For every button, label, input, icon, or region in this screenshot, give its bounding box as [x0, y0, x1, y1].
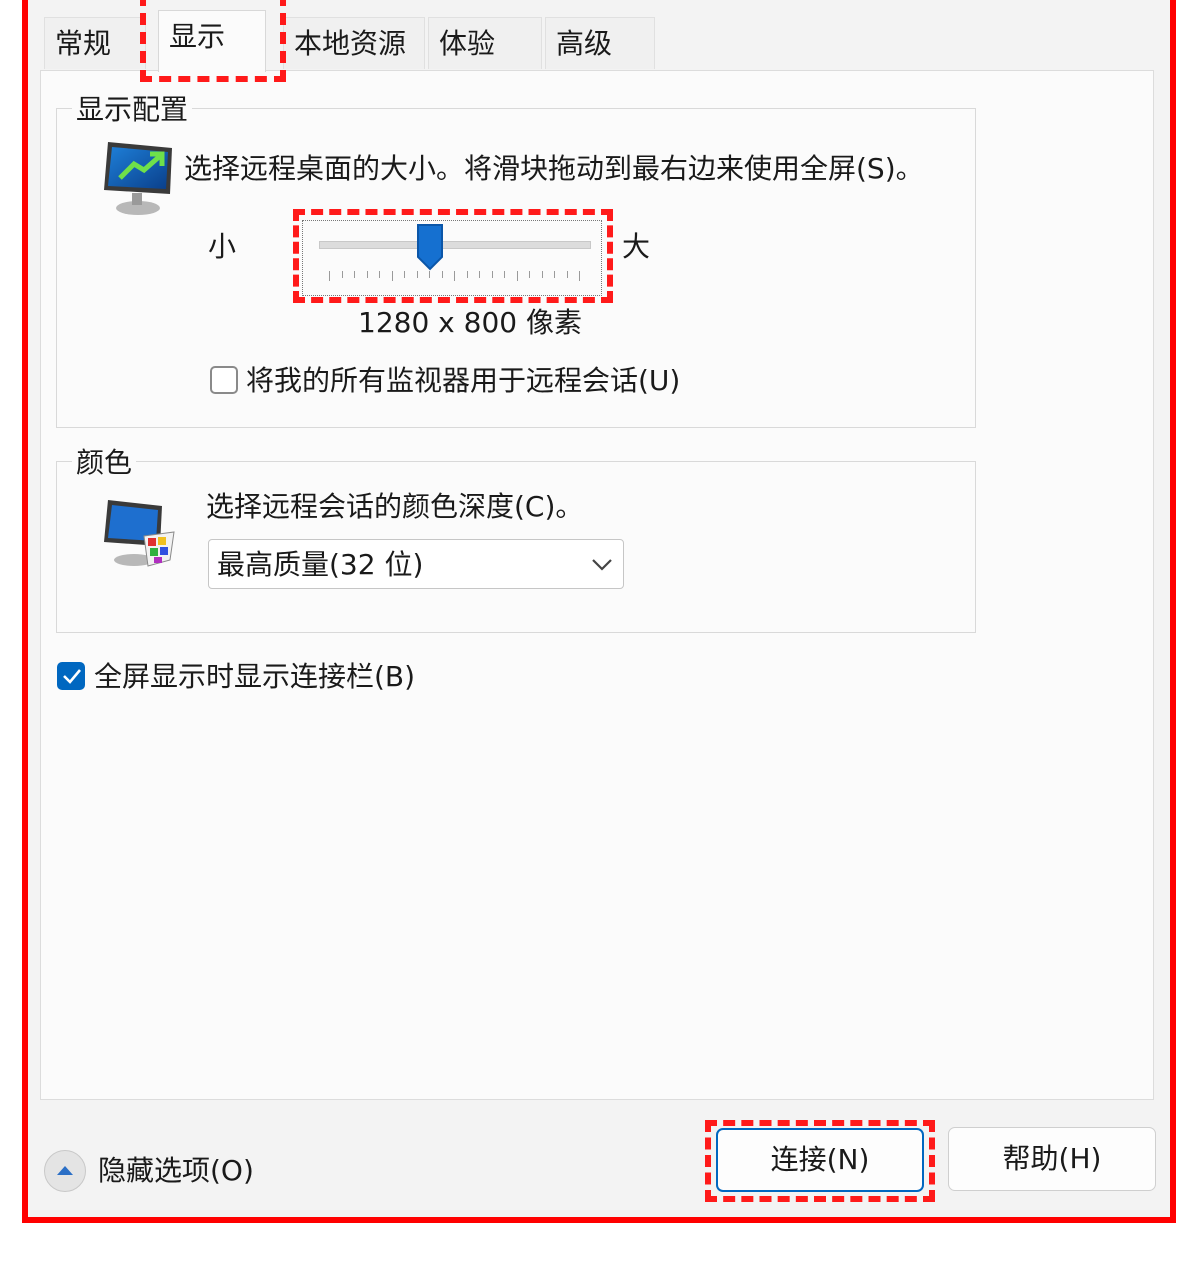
color-depth-description: 选择远程会话的颜色深度(C)。 — [206, 490, 584, 523]
chevron-up-icon — [57, 1166, 73, 1175]
hide-options-toggle[interactable] — [44, 1150, 86, 1192]
tab-general[interactable]: 常规 — [44, 17, 146, 69]
color-depth-select[interactable]: 最高质量(32 位) — [208, 539, 624, 589]
tab-local-resources-label: 本地资源 — [294, 27, 407, 60]
connection-bar-checkbox[interactable] — [57, 662, 85, 690]
tab-experience[interactable]: 体验 — [428, 17, 542, 69]
slider-highlight — [293, 209, 613, 303]
slider-max-label: 大 — [622, 230, 651, 263]
monitor-icon — [104, 142, 172, 215]
tab-local-resources[interactable]: 本地资源 — [283, 17, 425, 69]
color-depth-selected: 最高质量(32 位) — [217, 548, 424, 581]
tab-advanced[interactable]: 高级 — [545, 17, 655, 69]
multi-monitor-checkbox[interactable] — [210, 366, 238, 394]
checkmark-icon — [63, 669, 81, 684]
connect-button-highlight — [705, 1120, 935, 1202]
tab-experience-label: 体验 — [439, 27, 496, 60]
resolution-readout: 1280 x 800 像素 — [358, 306, 582, 339]
chevron-down-icon — [592, 559, 612, 571]
connection-bar-label: 全屏显示时显示连接栏(B) — [94, 660, 416, 693]
tab-advanced-label: 高级 — [556, 27, 613, 60]
hide-options-label[interactable]: 隐藏选项(O) — [98, 1154, 254, 1188]
tab-highlight — [140, 0, 286, 82]
slider-min-label: 小 — [208, 230, 237, 263]
help-button[interactable]: 帮助(H) — [948, 1127, 1156, 1191]
color-palette-icon — [104, 500, 175, 567]
display-config-legend: 显示配置 — [72, 93, 193, 127]
display-size-description: 选择远程桌面的大小。将滑块拖动到最右边来使用全屏(S)。 — [184, 152, 924, 185]
tab-general-label: 常规 — [55, 27, 112, 60]
color-legend: 颜色 — [72, 446, 137, 480]
multi-monitor-label: 将我的所有监视器用于远程会话(U) — [246, 364, 681, 397]
